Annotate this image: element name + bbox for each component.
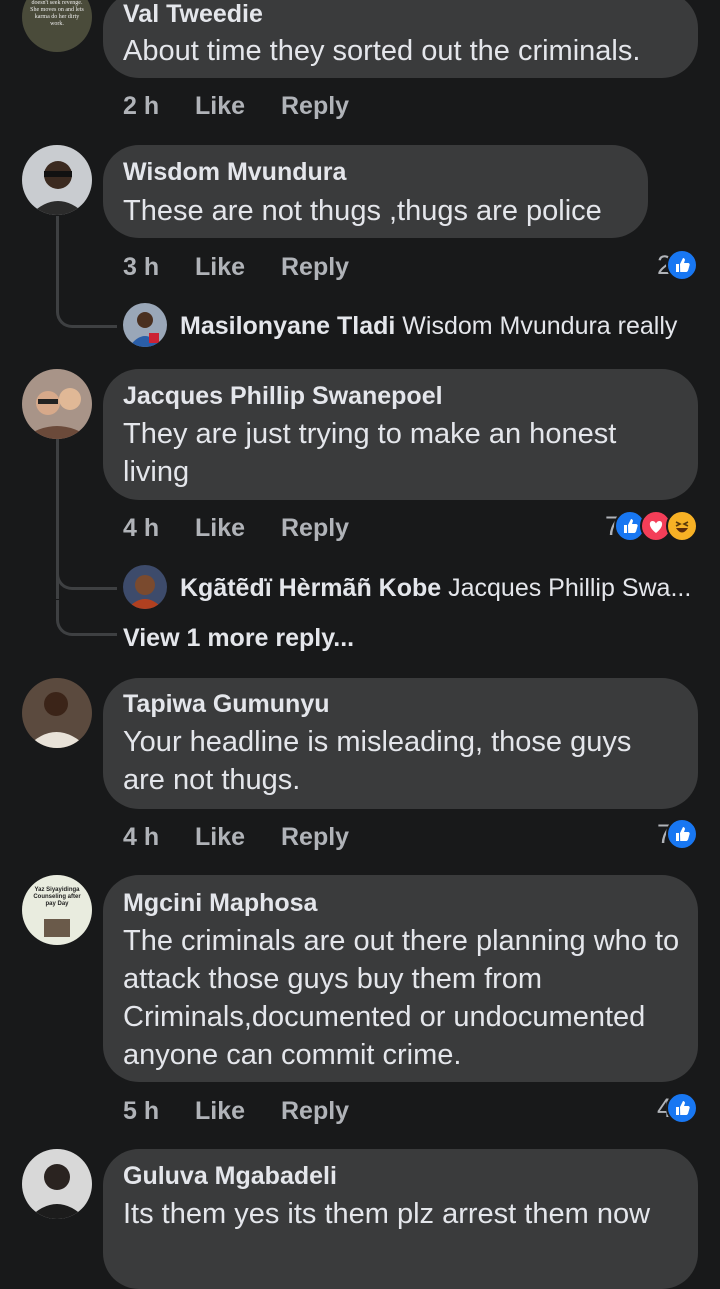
- like-button[interactable]: Like: [195, 514, 245, 543]
- thread-line: [56, 216, 59, 246]
- reply-preview[interactable]: Masilonyane Tladi Wisdom Mvundura really: [180, 312, 677, 341]
- comment-text: Its them yes its them plz arrest them no…: [123, 1198, 651, 1230]
- comment-text: Your headline is misleading, those guys …: [123, 726, 632, 796]
- avatar[interactable]: [123, 565, 167, 609]
- thread-connector: [56, 600, 117, 636]
- view-more-replies-link[interactable]: View 1 more reply...: [123, 624, 354, 653]
- like-reaction-icon: [666, 1092, 698, 1124]
- avatar[interactable]: doesn't seek revenge. She moves on and l…: [22, 0, 92, 52]
- like-reaction-icon: [666, 249, 698, 281]
- reply-button[interactable]: Reply: [281, 253, 349, 282]
- avatar[interactable]: [123, 303, 167, 347]
- thread-connector: [56, 246, 117, 328]
- comment-text: These are not thugs ,thugs are police: [123, 195, 602, 227]
- thread-connector: [56, 560, 117, 590]
- comment-bubble: Mgcini Maphosa The criminals are out the…: [103, 875, 698, 1082]
- comment-bubble: Guluva Mgabadeli Its them yes its them p…: [103, 1149, 698, 1289]
- comment-bubble: Wisdom Mvundura These are not thugs ,thu…: [103, 145, 648, 238]
- comment-author[interactable]: Guluva Mgabadeli: [123, 1162, 337, 1191]
- reaction-summary[interactable]: 7: [657, 817, 698, 851]
- reaction-summary[interactable]: 2: [657, 248, 698, 282]
- comment-time[interactable]: 4 h: [123, 514, 159, 543]
- comment-text: The criminals are out there planning who…: [123, 925, 680, 1071]
- reply-button[interactable]: Reply: [281, 514, 349, 543]
- comment-bubble: Jacques Phillip Swanepoel They are just …: [103, 369, 698, 500]
- comment-author[interactable]: Wisdom Mvundura: [123, 158, 346, 187]
- comment-time[interactable]: 5 h: [123, 1097, 159, 1126]
- like-button[interactable]: Like: [195, 92, 245, 121]
- reply-author[interactable]: Kgãtẽdï Hèrmãñ Kobe: [180, 574, 441, 602]
- reply-button[interactable]: Reply: [281, 92, 349, 121]
- avatar-photo: [127, 575, 163, 609]
- like-reaction-icon: [666, 818, 698, 850]
- avatar[interactable]: Yaz Siyayidinga Counseling after pay Day: [22, 875, 92, 945]
- comment-bubble: Tapiwa Gumunyu Your headline is misleadi…: [103, 678, 698, 809]
- comment-author[interactable]: Val Tweedie: [123, 0, 263, 29]
- avatar-photo: [28, 1164, 86, 1219]
- avatar[interactable]: [22, 1149, 92, 1219]
- comment-time[interactable]: 3 h: [123, 253, 159, 282]
- like-button[interactable]: Like: [195, 253, 245, 282]
- reply-preview[interactable]: Kgãtẽdï Hèrmãñ Kobe Jacques Phillip Swa.…: [180, 574, 691, 603]
- comment-author[interactable]: Tapiwa Gumunyu: [123, 690, 330, 719]
- avatar[interactable]: [22, 678, 92, 748]
- avatar-photo: [44, 919, 70, 937]
- comment-text: About time they sorted out the criminals…: [123, 35, 641, 67]
- avatar-photo: [26, 692, 88, 748]
- reply-text: Wisdom Mvundura really: [402, 312, 678, 340]
- comment-time[interactable]: 4 h: [123, 823, 159, 852]
- comment-bubble: Val Tweedie About time they sorted out t…: [103, 0, 698, 78]
- reply-text: Jacques Phillip Swa...: [448, 574, 692, 602]
- comment-author[interactable]: Mgcini Maphosa: [123, 889, 317, 918]
- reaction-summary[interactable]: 7: [605, 509, 698, 543]
- avatar[interactable]: [22, 145, 92, 215]
- avatar-photo: [22, 388, 92, 439]
- avatar-caption: doesn't seek revenge. She moves on and l…: [30, 0, 84, 27]
- reaction-summary[interactable]: 4: [657, 1091, 698, 1125]
- reply-author[interactable]: Masilonyane Tladi: [180, 312, 395, 340]
- reply-button[interactable]: Reply: [281, 1097, 349, 1126]
- reply-button[interactable]: Reply: [281, 823, 349, 852]
- comment-time[interactable]: 2 h: [123, 92, 159, 121]
- comment-author[interactable]: Jacques Phillip Swanepoel: [123, 382, 443, 411]
- comment-text: They are just trying to make an honest l…: [123, 418, 617, 488]
- avatar-photo: [30, 161, 86, 215]
- avatar[interactable]: [22, 369, 92, 439]
- avatar-photo: [129, 312, 161, 347]
- haha-reaction-icon: [666, 510, 698, 542]
- like-button[interactable]: Like: [195, 1097, 245, 1126]
- like-button[interactable]: Like: [195, 823, 245, 852]
